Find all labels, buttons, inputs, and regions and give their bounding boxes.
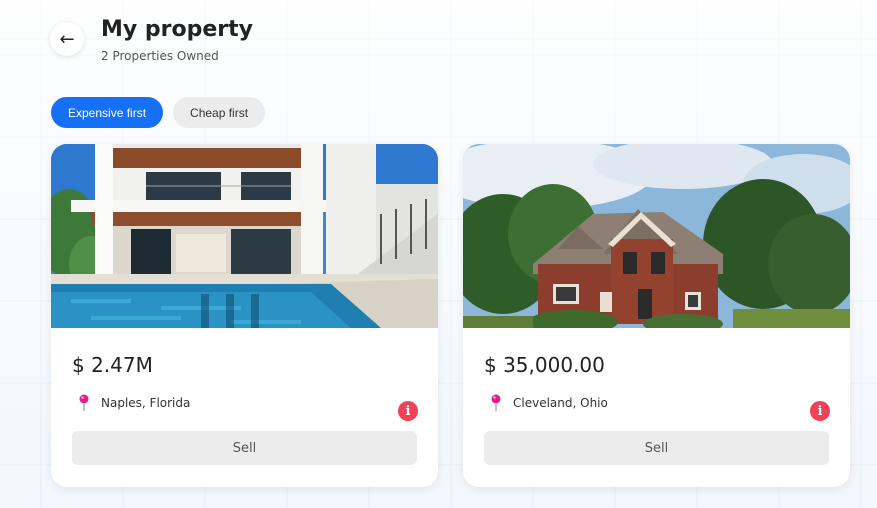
property-price: $ 35,000.00 — [484, 353, 605, 377]
sort-expensive-first-button[interactable]: Expensive first — [51, 97, 164, 128]
page-subtitle: 2 Properties Owned — [101, 49, 219, 63]
sort-cheap-first-button[interactable]: Cheap first — [173, 97, 266, 128]
property-price: $ 2.47M — [72, 353, 153, 377]
property-image-villa — [51, 144, 438, 328]
info-icon[interactable]: i — [398, 401, 418, 421]
property-location: Cleveland, Ohio — [489, 394, 608, 412]
property-card[interactable]: $ 35,000.00 Cleveland, Ohio i Sell — [463, 144, 850, 487]
property-location-text: Cleveland, Ohio — [513, 396, 608, 410]
page-title: My property — [101, 17, 253, 42]
sort-options: Expensive first Cheap first — [51, 97, 266, 128]
sell-button[interactable]: Sell — [484, 431, 829, 465]
property-location-text: Naples, Florida — [101, 396, 191, 410]
property-image-brick-house — [463, 144, 850, 328]
back-button[interactable]: ← — [50, 22, 84, 56]
property-card[interactable]: $ 2.47M Naples, Florida i Sell — [51, 144, 438, 487]
pin-icon — [79, 394, 89, 411]
sell-button[interactable]: Sell — [72, 431, 417, 465]
arrow-left-icon: ← — [59, 28, 75, 50]
info-icon[interactable]: i — [810, 401, 830, 421]
property-location: Naples, Florida — [77, 394, 190, 412]
title-block: My property 2 Properties Owned — [101, 17, 401, 63]
pin-icon — [491, 394, 501, 411]
